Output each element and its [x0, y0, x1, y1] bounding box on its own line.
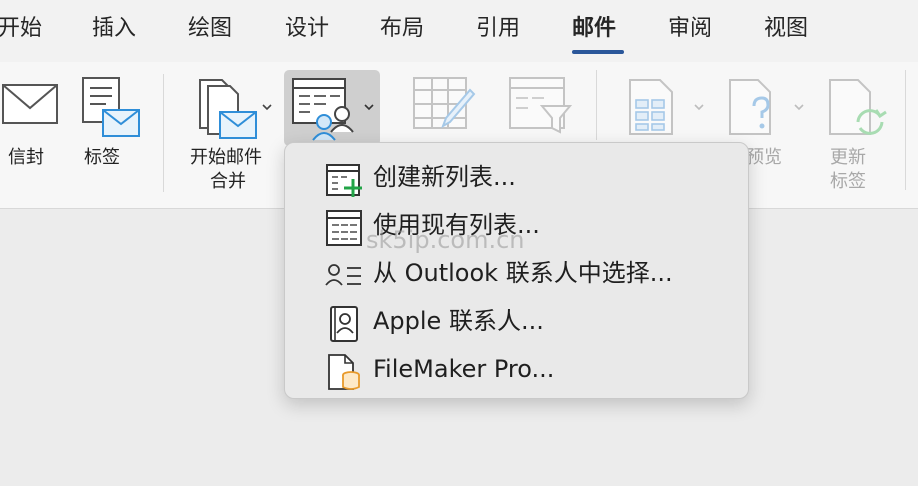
ribbon-separator	[596, 70, 597, 140]
ribbon-separator	[163, 74, 164, 192]
chevron-down-icon	[364, 104, 374, 111]
update-labels-icon	[829, 79, 887, 135]
envelopes-button[interactable]: 信封	[0, 62, 60, 182]
select-recipients-menu: 创建新列表... 使用现有列表... 从 Outlook 联系人中选择... A…	[284, 142, 749, 399]
filter-recipients-button[interactable]	[506, 62, 576, 152]
merge-field-icon	[629, 79, 673, 135]
start-mail-merge-label-line1: 开始邮件	[190, 147, 262, 168]
chevron-down-icon	[694, 104, 704, 111]
contact-list-icon	[325, 264, 361, 286]
tab-mailings[interactable]: 邮件	[572, 14, 616, 44]
database-file-icon	[328, 354, 360, 390]
watermark-text: sk5ip.com.cn	[366, 226, 525, 254]
tab-home[interactable]: 开始	[0, 14, 42, 44]
insert-merge-field-button[interactable]	[624, 62, 710, 152]
recipients-list-icon	[292, 78, 354, 141]
filter-list-icon	[509, 77, 572, 134]
menu-item-label: 创建新列表...	[373, 163, 516, 191]
tab-layout[interactable]: 布局	[380, 14, 424, 44]
tab-draw[interactable]: 绘图	[188, 14, 232, 44]
edit-list-icon	[413, 77, 476, 129]
update-labels-label-line2: 标签	[830, 171, 866, 192]
envelopes-label: 信封	[8, 147, 44, 168]
chevron-down-icon	[794, 104, 804, 111]
tab-references[interactable]: 引用	[476, 14, 520, 44]
preview-document-icon	[729, 79, 771, 135]
labels-icon	[82, 77, 140, 137]
start-mail-merge-label-line2: 合并	[210, 171, 246, 192]
existing-list-icon	[326, 210, 362, 246]
menu-item-outlook-contacts[interactable]: 从 Outlook 联系人中选择...	[285, 249, 748, 297]
envelope-icon	[2, 84, 58, 124]
edit-recipient-list-button[interactable]	[408, 62, 478, 152]
select-recipients-button[interactable]	[284, 70, 380, 146]
labels-label: 标签	[84, 147, 120, 168]
menu-item-label: 从 Outlook 联系人中选择...	[373, 259, 673, 287]
menu-item-apple-contacts[interactable]: Apple 联系人...	[285, 297, 748, 345]
start-mail-merge-button[interactable]: 开始邮件 合并	[186, 62, 278, 202]
menu-item-create-new-list[interactable]: 创建新列表...	[285, 153, 748, 201]
update-labels-label-line1: 更新	[830, 147, 866, 168]
update-labels-button[interactable]: 更新 标签	[826, 62, 887, 202]
menu-item-label: Apple 联系人...	[373, 307, 544, 335]
tab-insert[interactable]: 插入	[92, 14, 136, 44]
address-book-icon	[330, 306, 358, 342]
ribbon-tab-bar: 开始 插入 绘图 设计 布局 引用 邮件 审阅 视图	[0, 0, 918, 62]
mail-merge-documents-icon	[199, 79, 257, 139]
menu-item-filemaker-pro[interactable]: FileMaker Pro...	[285, 345, 748, 393]
tab-view[interactable]: 视图	[764, 14, 808, 44]
menu-item-label: FileMaker Pro...	[373, 355, 555, 383]
active-tab-indicator	[572, 50, 624, 54]
labels-button[interactable]: 标签	[78, 62, 142, 182]
chevron-down-icon	[262, 104, 272, 111]
preview-results-label: 预览	[746, 147, 782, 168]
ribbon-separator	[905, 70, 906, 190]
tab-design[interactable]: 设计	[285, 14, 329, 44]
tab-review[interactable]: 审阅	[668, 14, 712, 44]
new-list-icon	[326, 164, 362, 197]
